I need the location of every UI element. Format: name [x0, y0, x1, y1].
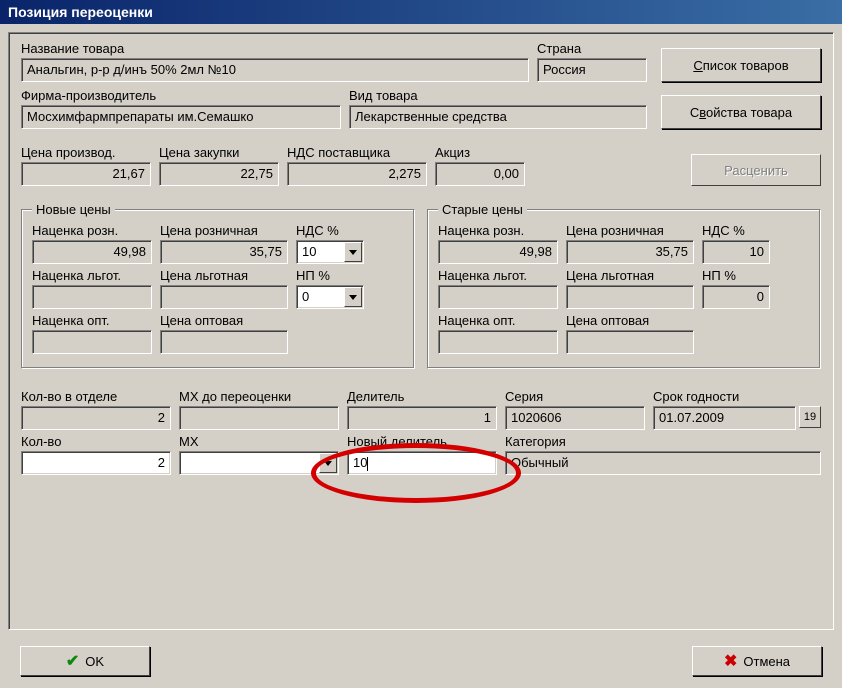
expiry-field[interactable]: 01.07.2009: [653, 406, 796, 430]
np-whole-label: Цена оптовая: [160, 313, 288, 328]
close-icon: ✖: [724, 651, 737, 671]
calendar-icon[interactable]: 19: [799, 406, 821, 428]
expiry-label: Срок годности: [653, 389, 821, 404]
op-vat: 10: [702, 240, 770, 264]
excise-field[interactable]: 0,00: [435, 162, 525, 186]
qty-label: Кол-во: [21, 434, 171, 449]
op-markup-whole: [438, 330, 558, 354]
qty-dept-field[interactable]: 2: [21, 406, 171, 430]
new-prices-group: Новые цены Наценка розн. 49,98 Цена розн…: [21, 202, 415, 369]
np-retail[interactable]: 35,75: [160, 240, 288, 264]
divider-label: Делитель: [347, 389, 497, 404]
window: Позиция переоценки Название товара Аналь…: [0, 0, 842, 688]
manufacturer-field[interactable]: Мосхимфармпрепараты им.Семашко: [21, 105, 341, 129]
category-label: Категория: [505, 434, 821, 449]
rate-button: Расценить: [691, 154, 821, 186]
check-icon: ✔: [66, 651, 79, 671]
price-purch-field[interactable]: 22,75: [159, 162, 279, 186]
titlebar: Позиция переоценки: [0, 0, 842, 24]
price-purch-label: Цена закупки: [159, 145, 279, 160]
old-prices-legend: Старые цены: [438, 202, 527, 217]
chevron-down-icon[interactable]: [319, 453, 337, 473]
np-markup-whole[interactable]: [32, 330, 152, 354]
series-label: Серия: [505, 389, 645, 404]
np-whole[interactable]: [160, 330, 288, 354]
new-prices-legend: Новые цены: [32, 202, 115, 217]
op-retail: 35,75: [566, 240, 694, 264]
window-title: Позиция переоценки: [8, 4, 153, 20]
price-prod-label: Цена производ.: [21, 145, 151, 160]
np-markup-retail-label: Наценка розн.: [32, 223, 152, 238]
np-markup-whole-label: Наценка опт.: [32, 313, 152, 328]
op-pref-label: Цена льготная: [566, 268, 694, 283]
op-markup-pref-label: Наценка льгот.: [438, 268, 558, 283]
op-markup-retail-label: Наценка розн.: [438, 223, 558, 238]
np-markup-pref[interactable]: [32, 285, 152, 309]
qty-field[interactable]: 2: [21, 451, 171, 475]
new-divider-field[interactable]: 10: [347, 451, 497, 475]
np-np-select[interactable]: 0: [296, 285, 364, 309]
main-panel: Название товара Анальгин, р-р д/инъ 50% …: [8, 32, 834, 630]
op-markup-retail: 49,98: [438, 240, 558, 264]
chevron-down-icon[interactable]: [344, 287, 362, 307]
np-pref-label: Цена льготная: [160, 268, 288, 283]
op-np: 0: [702, 285, 770, 309]
new-divider-label: Новый делитель: [347, 434, 497, 449]
product-type-label: Вид товара: [349, 88, 647, 103]
vat-supplier-label: НДС поставщика: [287, 145, 427, 160]
np-np-label: НП %: [296, 268, 364, 283]
country-label: Страна: [537, 41, 647, 56]
product-name-field[interactable]: Анальгин, р-р д/инъ 50% 2мл №10: [21, 58, 529, 82]
excise-label: Акциз: [435, 145, 525, 160]
mh-before-label: МХ до переоценки: [179, 389, 339, 404]
product-name-label: Название товара: [21, 41, 529, 56]
old-prices-group: Старые цены Наценка розн. 49,98 Цена роз…: [427, 202, 821, 369]
np-retail-label: Цена розничная: [160, 223, 288, 238]
divider-field[interactable]: 1: [347, 406, 497, 430]
chevron-down-icon[interactable]: [344, 242, 362, 262]
product-list-button[interactable]: Список товаров: [661, 48, 821, 82]
mh-select[interactable]: [179, 451, 339, 475]
op-vat-label: НДС %: [702, 223, 770, 238]
np-pref[interactable]: [160, 285, 288, 309]
np-vat-label: НДС %: [296, 223, 364, 238]
bottom-bar: ✔ OK ✖ Отмена: [0, 638, 842, 688]
op-markup-pref: [438, 285, 558, 309]
op-retail-label: Цена розничная: [566, 223, 694, 238]
series-field[interactable]: 1020606: [505, 406, 645, 430]
qty-dept-label: Кол-во в отделе: [21, 389, 171, 404]
mh-before-field[interactable]: [179, 406, 339, 430]
op-whole: [566, 330, 694, 354]
ok-button[interactable]: ✔ OK: [20, 646, 150, 676]
np-markup-pref-label: Наценка льгот.: [32, 268, 152, 283]
cancel-button[interactable]: ✖ Отмена: [692, 646, 822, 676]
op-pref: [566, 285, 694, 309]
vat-supplier-field[interactable]: 2,275: [287, 162, 427, 186]
price-prod-field[interactable]: 21,67: [21, 162, 151, 186]
category-field[interactable]: Обычный: [505, 451, 821, 475]
np-markup-retail[interactable]: 49,98: [32, 240, 152, 264]
product-type-field[interactable]: Лекарственные средства: [349, 105, 647, 129]
op-np-label: НП %: [702, 268, 770, 283]
mh-label: МХ: [179, 434, 339, 449]
op-whole-label: Цена оптовая: [566, 313, 694, 328]
op-markup-whole-label: Наценка опт.: [438, 313, 558, 328]
country-field[interactable]: Россия: [537, 58, 647, 82]
np-vat-select[interactable]: 10: [296, 240, 364, 264]
product-props-button[interactable]: Свойства товара: [661, 95, 821, 129]
manufacturer-label: Фирма-производитель: [21, 88, 341, 103]
